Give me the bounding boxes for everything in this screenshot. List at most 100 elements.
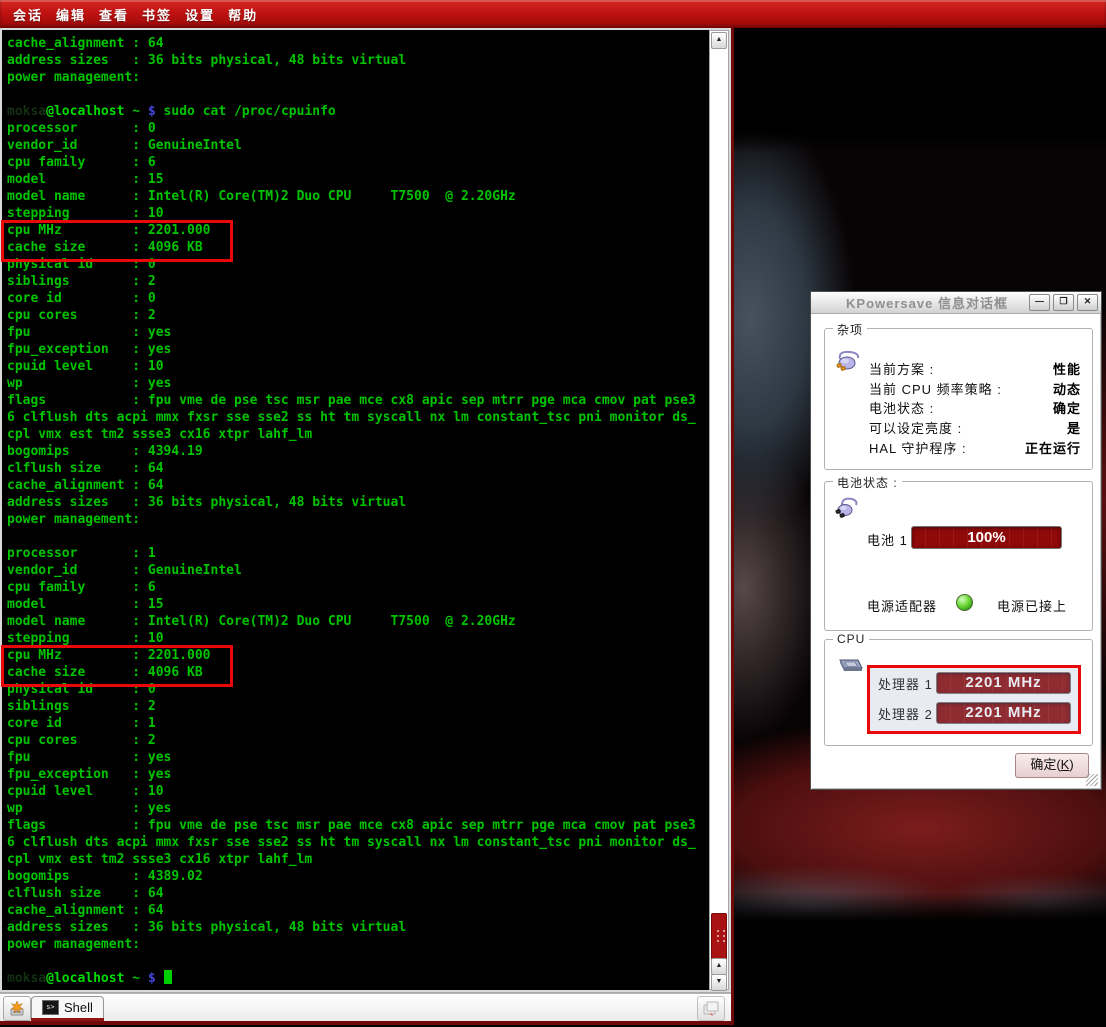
kpowersave-dialog: KPowersave 信息对话框 — ❐ ✕ 杂项 xyxy=(810,291,1102,790)
new-session-icon xyxy=(8,1000,26,1018)
terminal-line: cpu family : 6 xyxy=(7,579,709,596)
terminal-screen[interactable]: cache_alignment : 64address sizes : 36 b… xyxy=(2,30,709,990)
battery-level-bar: 100% xyxy=(911,526,1062,549)
cpu-chip-icon xyxy=(834,656,864,676)
cpu-frequency-bar: 2201 MHz xyxy=(936,702,1071,724)
ok-button[interactable]: 确定(K) xyxy=(1015,753,1089,778)
terminal-line: core id : 0 xyxy=(7,290,709,307)
terminal-line: cache_alignment : 64 xyxy=(7,902,709,919)
group-cpu: CPU 处理器 1 2201 MHz 处理器 xyxy=(824,639,1093,746)
scrollbar-thumb[interactable] xyxy=(711,913,727,961)
prompt-username: moksa xyxy=(7,971,46,986)
terminal-cursor xyxy=(164,970,172,984)
misc-row: 电池状态 : 确定 xyxy=(869,398,1081,418)
terminal-line: cpu family : 6 xyxy=(7,154,709,171)
misc-row-label: HAL 守护程序 : xyxy=(869,438,967,457)
misc-row: 可以设定亮度 : 是 xyxy=(869,418,1081,438)
terminal-line: clflush size : 64 xyxy=(7,460,709,477)
maximize-button[interactable]: ❐ xyxy=(1053,294,1074,311)
terminal-line: cpu MHz : 2201.000 xyxy=(7,647,709,664)
terminal-line: fpu_exception : yes xyxy=(7,341,709,358)
misc-row-value: 动态 xyxy=(1053,379,1081,398)
ac-adapter-icon xyxy=(834,496,860,520)
detach-session-button[interactable] xyxy=(697,996,725,1021)
terminal-line: clflush size : 64 xyxy=(7,885,709,902)
scrollbar-up-button[interactable]: ▲ xyxy=(711,32,727,49)
terminal-line: power management: xyxy=(7,936,709,953)
terminal-line: siblings : 2 xyxy=(7,273,709,290)
terminal-line: address sizes : 36 bits physical, 48 bit… xyxy=(7,494,709,511)
terminal-line: vendor_id : GenuineIntel xyxy=(7,562,709,579)
terminal-line: wp : yes xyxy=(7,375,709,392)
ac-adapter-status: 电源已接上 xyxy=(997,596,1067,615)
terminal-line: flags : fpu vme de pse tsc msr pae mce c… xyxy=(7,392,709,409)
misc-row: HAL 守护程序 : 正在运行 xyxy=(869,437,1081,457)
dialog-title: KPowersave 信息对话框 xyxy=(811,293,1029,312)
terminal-prompt-line-current: moksa@localhost ~ $ xyxy=(7,970,709,987)
prompt-username: moksa xyxy=(7,104,46,119)
terminal-line: address sizes : 36 bits physical, 48 bit… xyxy=(7,919,709,936)
terminal-line: 6 clflush dts acpi mmx fxsr sse sse2 ss … xyxy=(7,409,709,426)
close-button[interactable]: ✕ xyxy=(1077,294,1098,311)
group-battery-title: 电池状态 : xyxy=(833,474,902,491)
tab-shell-label: Shell xyxy=(64,1000,93,1015)
terminal-scrollbar[interactable]: ▲ ▲ ▼ xyxy=(709,30,729,990)
terminal-line: physical id : 0 xyxy=(7,681,709,698)
terminal-line: model name : Intel(R) Core(TM)2 Duo CPU … xyxy=(7,188,709,205)
misc-row: 当前方案 : 性能 xyxy=(869,359,1081,379)
group-cpu-title: CPU xyxy=(833,632,869,646)
terminal-line: cpu MHz : 2201.000 xyxy=(7,222,709,239)
terminal-line: cache_alignment : 64 xyxy=(7,35,709,52)
terminal-line: physical id : 0 xyxy=(7,256,709,273)
misc-row-value: 性能 xyxy=(1053,359,1081,378)
misc-row-label: 可以设定亮度 : xyxy=(869,418,962,437)
terminal-frame: cache_alignment : 64address sizes : 36 b… xyxy=(0,28,731,993)
misc-row-label: 电池状态 : xyxy=(869,398,934,417)
terminal-scrollback: cache_alignment : 64address sizes : 36 b… xyxy=(7,35,709,103)
terminal-line: 6 clflush dts acpi mmx fxsr sse sse2 ss … xyxy=(7,834,709,851)
cpu-row: 处理器 2 2201 MHz xyxy=(878,698,1080,728)
terminal-line: power management: xyxy=(7,69,709,86)
minimize-button[interactable]: — xyxy=(1029,294,1050,311)
tab-shell[interactable]: s> Shell xyxy=(31,996,104,1018)
terminal-prompt-line: moksa@localhost ~ $ sudo cat /proc/cpuin… xyxy=(7,103,709,120)
prompt-tilde: ~ xyxy=(124,971,147,986)
terminal-line xyxy=(7,528,709,545)
terminal-line: cpl vmx est tm2 ssse3 cx16 xtpr lahf_lm xyxy=(7,426,709,443)
new-session-button[interactable] xyxy=(3,996,31,1021)
terminal-line: flags : fpu vme de pse tsc msr pae mce c… xyxy=(7,817,709,834)
terminal-line: cache_alignment : 64 xyxy=(7,477,709,494)
terminal-line: cpu cores : 2 xyxy=(7,732,709,749)
desktop-screen: 会话编辑查看书签设置帮助 cache_alignment : 64address… xyxy=(0,0,1106,1027)
group-misc: 杂项 当前方案 : 性能 xyxy=(824,328,1093,470)
cpu-rows: 处理器 1 2201 MHz 处理器 2 2201 MHz xyxy=(878,668,1080,728)
konsole-icon: s> xyxy=(42,1000,59,1015)
prompt-dollar: $ xyxy=(148,104,156,119)
ac-adapter-label: 电源适配器 xyxy=(867,596,937,615)
misc-rows: 当前方案 : 性能 当前 CPU 频率策略 : 动态 电池状态 : 确定 xyxy=(869,359,1081,457)
terminal-line: model : 15 xyxy=(7,171,709,188)
terminal-line: fpu : yes xyxy=(7,324,709,341)
terminal-line: bogomips : 4389.02 xyxy=(7,868,709,885)
detach-session-icon xyxy=(702,1001,720,1017)
session-tab-bar: s> Shell xyxy=(0,993,731,1021)
resize-grip[interactable] xyxy=(1086,774,1098,786)
prompt-dollar: $ xyxy=(148,971,156,986)
terminal-output: processor : 0vendor_id : GenuineIntelcpu… xyxy=(7,120,709,970)
terminal-line: cpuid level : 10 xyxy=(7,783,709,800)
group-misc-title: 杂项 xyxy=(833,321,867,338)
terminal-line: fpu_exception : yes xyxy=(7,766,709,783)
misc-row-value: 正在运行 xyxy=(1025,438,1081,457)
dialog-title-bar[interactable]: KPowersave 信息对话框 — ❐ ✕ xyxy=(811,292,1101,314)
cpu-row-label: 处理器 2 xyxy=(878,704,936,723)
terminal-line: cache size : 4096 KB xyxy=(7,239,709,256)
window-border-right xyxy=(731,28,734,1025)
misc-row-label: 当前 CPU 频率策略 : xyxy=(869,379,1002,398)
scrollbar-up-button-bottom[interactable]: ▲ xyxy=(711,958,727,975)
terminal-line: model : 15 xyxy=(7,596,709,613)
prompt-host: @localhost xyxy=(46,104,124,119)
cpu-row-label: 处理器 1 xyxy=(878,674,936,693)
scrollbar-down-button[interactable]: ▼ xyxy=(711,974,727,991)
terminal-line: core id : 1 xyxy=(7,715,709,732)
terminal-line: fpu : yes xyxy=(7,749,709,766)
